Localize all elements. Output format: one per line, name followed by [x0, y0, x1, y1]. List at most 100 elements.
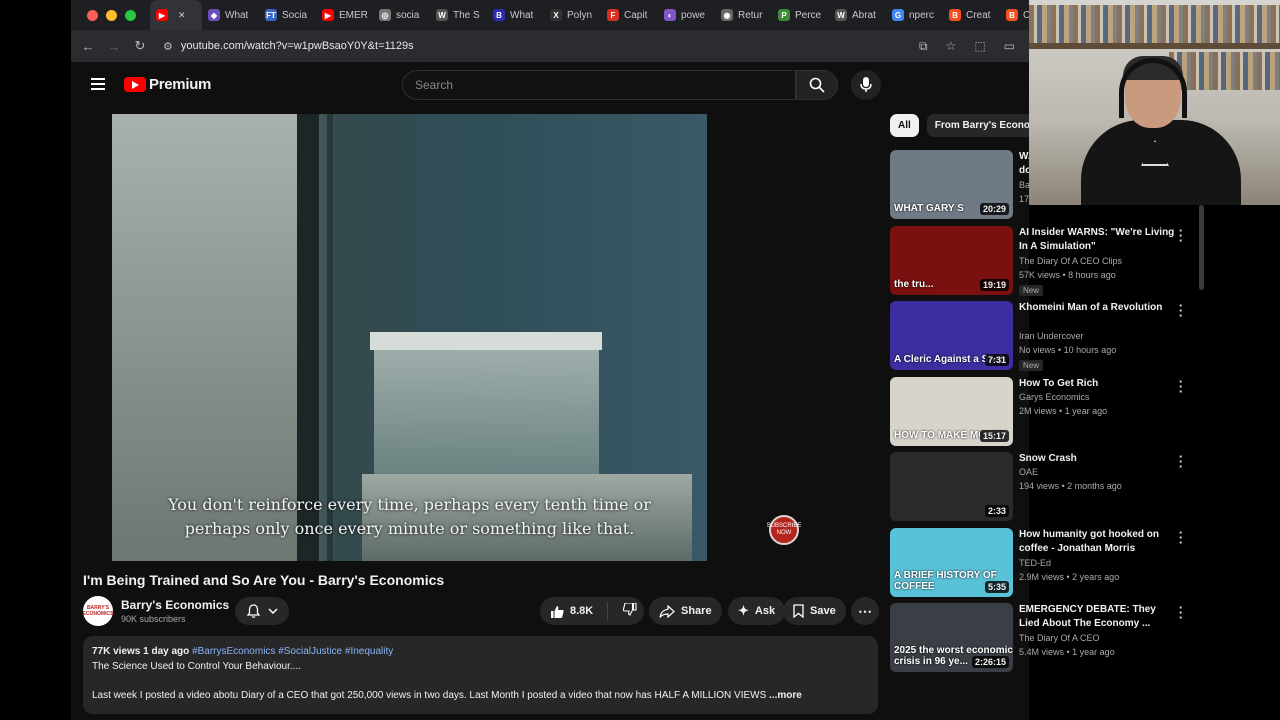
subscribe-watermark[interactable]: SUBSCRIBE NOW — [767, 515, 801, 545]
recommendation-item[interactable]: 2:33 Snow Crash OAE 194 views • 2 months ag… — [890, 450, 1200, 522]
browser-tab[interactable]: ◉ Retur — [715, 0, 772, 30]
tab-label: nperc — [909, 9, 935, 21]
notification-bell-button[interactable] — [235, 597, 289, 625]
share-arrow-icon — [659, 604, 675, 618]
more-vertical-icon[interactable]: · · · — [1178, 450, 1184, 473]
minimize-window-button[interactable] — [106, 9, 117, 21]
youtube-premium-logo[interactable]: Premium — [124, 76, 211, 93]
browser-tab[interactable]: ◎ socia — [373, 0, 430, 30]
dislike-button[interactable] — [614, 602, 637, 619]
recommendation-channel[interactable]: The Diary Of A CEO Clips — [1019, 256, 1122, 266]
extensions-icon[interactable]: ⬚ — [974, 39, 985, 54]
hashtags[interactable]: #BarrysEconomics #SocialJustice #Inequal… — [192, 646, 393, 657]
channel-avatar[interactable]: BARRY'S ECONOMICS — [83, 596, 113, 626]
zoom-window-button[interactable] — [125, 9, 136, 21]
recommendation-thumbnail[interactable]: HOW TO MAKE MONEY 15:17 — [890, 376, 1013, 446]
show-more-link[interactable]: ...more — [769, 690, 802, 701]
forward-arrow-icon[interactable]: → — [101, 39, 127, 54]
browser-tab[interactable]: P Perce — [772, 0, 829, 30]
recommendation-item[interactable]: HOW TO MAKE MONEY 15:17 How To Get Rich Gar… — [890, 375, 1200, 447]
search-button[interactable] — [796, 70, 838, 100]
recommendation-thumbnail[interactable]: 2025 the worst economic crisis in 96 ye.… — [890, 603, 1013, 672]
tab-favicon-icon: ◎ — [379, 9, 391, 21]
recommendation-title[interactable]: Snow Crash — [1019, 452, 1177, 466]
share-button[interactable]: Share — [649, 597, 722, 625]
close-window-button[interactable] — [87, 9, 98, 21]
scrollbar-thumb[interactable] — [1199, 205, 1204, 290]
tab-favicon-icon: B — [1006, 9, 1018, 21]
browser-tab[interactable]: ▶ EMER — [316, 0, 373, 30]
more-actions-button[interactable]: ⋯ — [851, 597, 879, 625]
description-line-2-text: Last week I posted a video abotu Diary o… — [92, 689, 767, 701]
tab-favicon-icon: F — [607, 9, 619, 21]
browser-tab[interactable]: FT Socia — [259, 0, 316, 30]
subtitle-line-2: perhaps only once every minute or someth… — [184, 519, 635, 538]
ask-button[interactable]: ✦ Ask — [728, 597, 786, 625]
browser-tab[interactable]: B Creat — [943, 0, 1000, 30]
recommendation-title[interactable]: EMERGENCY DEBATE: They Lied About The Ec… — [1019, 603, 1177, 631]
recommendation-item[interactable]: A Cleric Against a Shah 7:31 Khomeini Man … — [890, 299, 1200, 371]
more-vertical-icon[interactable]: · · · — [1178, 526, 1184, 549]
voice-search-button[interactable] — [851, 70, 881, 100]
recommendation-title[interactable]: How humanity got hooked on coffee - Jona… — [1019, 528, 1177, 556]
bookmark-star-icon[interactable]: ☆ — [946, 39, 957, 54]
browser-tab[interactable]: F Capit — [601, 0, 658, 30]
recommendation-thumbnail[interactable]: the tru... 19:19 — [890, 225, 1013, 295]
tab-favicon-icon: ◉ — [721, 9, 733, 21]
recommendation-channel[interactable]: Garys Economics — [1019, 392, 1090, 402]
like-dislike-group: 8.8K — [540, 597, 644, 625]
recommendation-stats: 57K views • 8 hours ago — [1019, 269, 1116, 280]
tab-favicon-icon: ◐ — [664, 9, 676, 21]
more-horizontal-icon: ⋯ — [858, 602, 872, 619]
tab-label: Retur — [738, 9, 763, 21]
recommendation-channel[interactable]: TED-Ed — [1019, 558, 1051, 568]
close-tab-icon[interactable]: ✕ — [178, 10, 186, 21]
recommendation-title[interactable]: How To Get Rich — [1019, 377, 1177, 391]
description-line-1: The Science Used to Control Your Behavio… — [92, 660, 302, 672]
reload-icon[interactable]: ↻ — [127, 38, 153, 54]
thumbnail-text: the tru... — [894, 278, 934, 290]
more-vertical-icon[interactable]: · · · — [1178, 375, 1184, 398]
recommendation-channel[interactable]: The Diary Of A CEO — [1019, 633, 1100, 643]
recommendation-thumbnail[interactable]: 2:33 — [890, 452, 1013, 521]
url-field[interactable]: ⚙ youtube.com/watch?v=w1pwBsaoY0Y&t=1129… — [163, 40, 883, 53]
tab-favicon-icon: W — [436, 9, 448, 21]
recommendation-title[interactable]: Khomeini Man of a Revolution — [1019, 301, 1177, 315]
browser-tab[interactable]: W The S — [430, 0, 487, 30]
recommendation-item[interactable]: A BRIEF HISTORY OF COFFEE 5:35 How humanit… — [890, 526, 1200, 598]
recommendation-channel[interactable]: Iran Undercover — [1019, 331, 1084, 341]
side-panel-icon[interactable]: ▭ — [1004, 39, 1015, 54]
site-settings-icon[interactable]: ⚙ — [163, 40, 173, 53]
recommendation-thumbnail[interactable]: A BRIEF HISTORY OF COFFEE 5:35 — [890, 527, 1013, 597]
recommendation-thumbnail[interactable]: WHAT GARY S 20:29 — [890, 150, 1013, 219]
chip-all[interactable]: All — [890, 114, 919, 137]
description-box[interactable]: 77K views 1 day ago #BarrysEconomics #So… — [83, 636, 878, 714]
save-button[interactable]: Save — [783, 597, 846, 625]
recommendation-item[interactable]: 2025 the worst economic crisis in 96 ye.… — [890, 601, 1200, 673]
browser-tab[interactable]: W Abrat — [829, 0, 886, 30]
hamburger-menu-icon[interactable] — [91, 78, 105, 90]
browser-tab[interactable]: ◆ What — [202, 0, 259, 30]
bookmark-icon — [793, 604, 804, 618]
browser-tab[interactable]: X Polyn — [544, 0, 601, 30]
recommendation-channel[interactable]: OAE — [1019, 467, 1038, 477]
like-button[interactable]: 8.8K — [540, 602, 608, 620]
recommendation-thumbnail[interactable]: A Cleric Against a Shah 7:31 — [890, 301, 1013, 370]
recommendation-title[interactable]: AI Insider WARNS: "We're Living In A Sim… — [1019, 226, 1177, 254]
browser-tab[interactable]: B What — [487, 0, 544, 30]
more-vertical-icon[interactable]: · · · — [1178, 299, 1184, 322]
tab-label: powe — [681, 9, 705, 21]
back-arrow-icon[interactable]: ← — [75, 39, 101, 54]
tab-label: Creat — [966, 9, 991, 21]
description-line-2: Last week I posted a video abotu Diary o… — [92, 689, 869, 704]
browser-tab[interactable]: ◐ powe — [658, 0, 715, 30]
install-app-icon[interactable]: ⧉ — [919, 39, 928, 54]
more-vertical-icon[interactable]: · · · — [1178, 224, 1184, 247]
subscriber-count: 90K subscribers — [121, 614, 186, 624]
more-vertical-icon[interactable]: · · · — [1178, 601, 1184, 624]
channel-name[interactable]: Barry's Economics — [121, 598, 229, 612]
browser-tab[interactable]: ▶ ✕ — [150, 0, 202, 30]
recommendation-item[interactable]: the tru... 19:19 AI Insider WARNS: "We're … — [890, 224, 1200, 296]
browser-tab[interactable]: Gnperc — [886, 0, 943, 30]
search-input[interactable]: Search — [402, 70, 796, 100]
